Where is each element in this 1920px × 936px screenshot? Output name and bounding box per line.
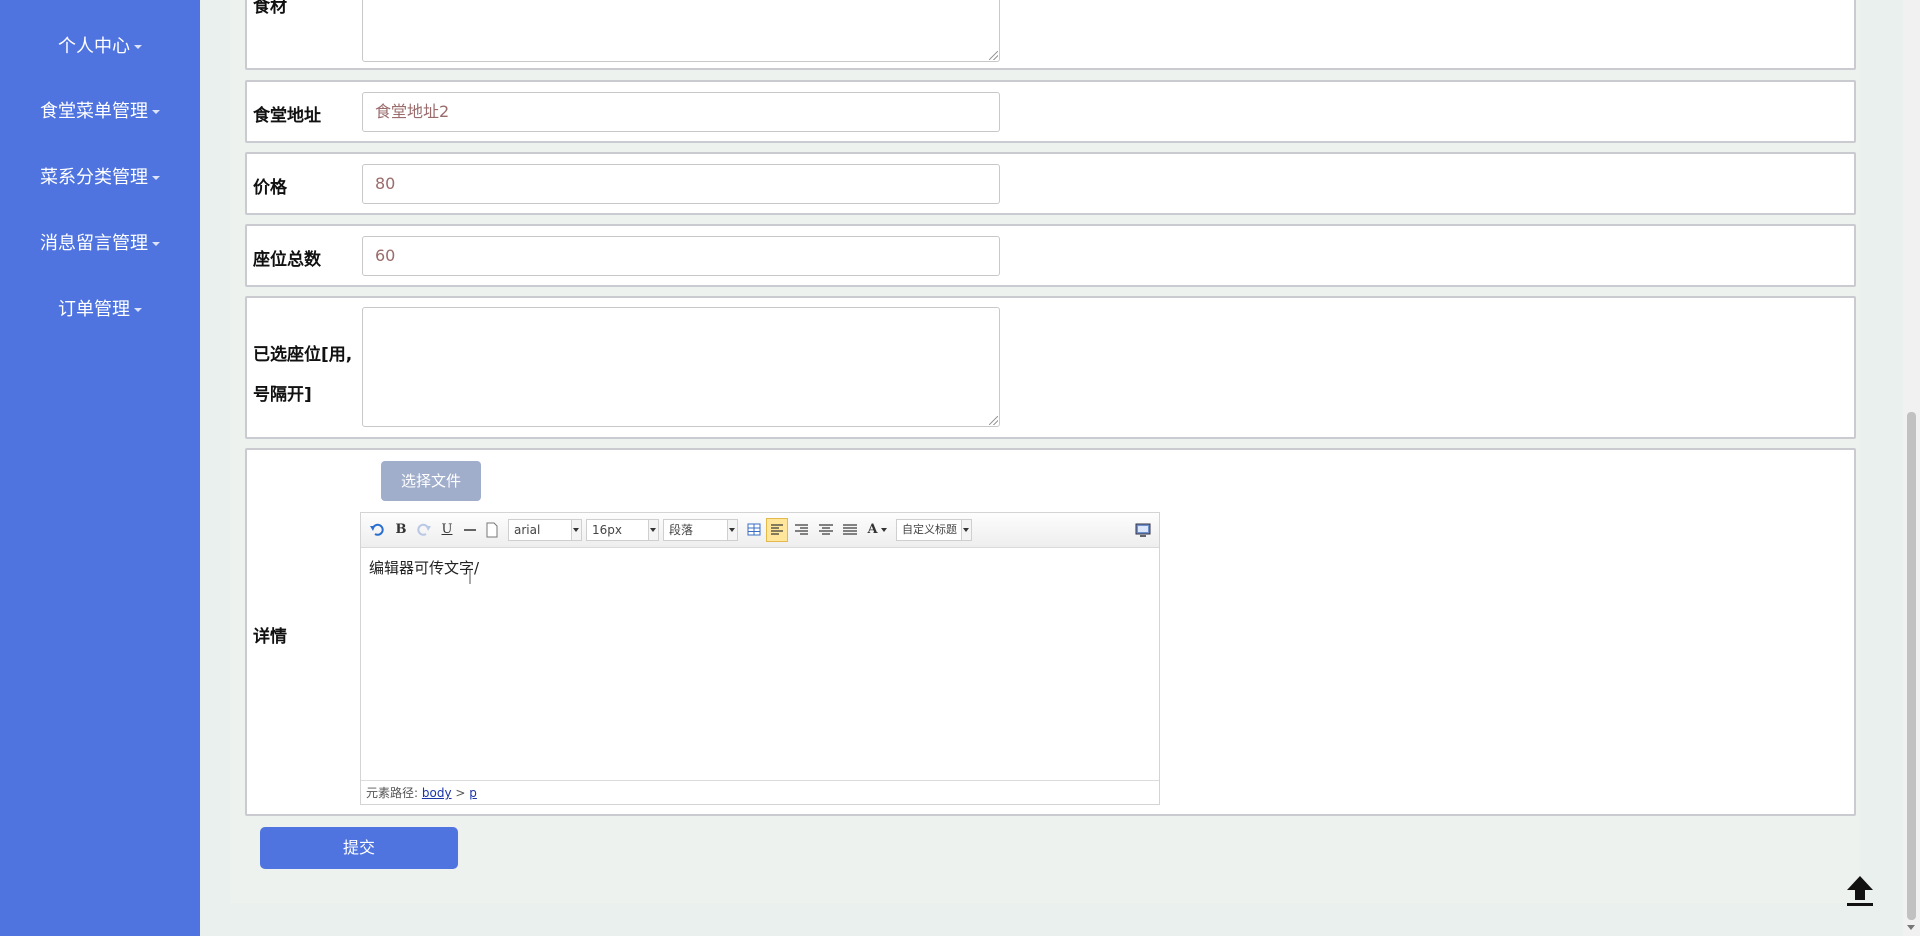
paragraph-value: 段落 xyxy=(669,523,694,537)
sidebar-item-label: 食堂菜单管理 xyxy=(40,101,148,122)
caret-down-icon xyxy=(134,308,142,312)
font-family-select[interactable]: arial xyxy=(508,519,582,541)
font-color-button[interactable]: A xyxy=(864,520,890,540)
price-label: 价格 xyxy=(253,178,287,198)
caret-down-icon xyxy=(134,45,142,49)
address-input[interactable]: 食堂地址2 xyxy=(362,92,1000,132)
sidebar-item-orders[interactable]: 订单管理 xyxy=(0,299,200,321)
page-icon[interactable] xyxy=(484,520,500,540)
seats-label: 座位总数 xyxy=(253,250,321,270)
editor-content[interactable]: 编辑器可传文字/ xyxy=(369,557,479,578)
table-icon[interactable] xyxy=(746,520,762,540)
align-left-button[interactable] xyxy=(766,518,788,542)
resize-grip-icon[interactable] xyxy=(989,51,998,60)
rich-text-editor: B U arial 16px 段落 A 自定义标题 编辑器可传文字/ 元素路径:… xyxy=(360,512,1160,805)
underline-button[interactable]: U xyxy=(439,520,455,540)
chevron-down-icon xyxy=(648,520,658,540)
details-label: 详情 xyxy=(253,627,287,647)
align-left-icon xyxy=(771,524,783,535)
form-row-selected-seats: 已选座位[用, 号隔开] xyxy=(245,296,1856,439)
font-size-select[interactable]: 16px xyxy=(586,519,659,541)
sidebar-item-messages[interactable]: 消息留言管理 xyxy=(0,233,200,255)
fullscreen-icon[interactable] xyxy=(1134,520,1152,540)
sidebar-item-label: 个人中心 xyxy=(58,36,130,57)
scrollbar-thumb[interactable] xyxy=(1907,412,1916,920)
form-row-price: 价格 80 xyxy=(245,152,1856,215)
redo-icon[interactable] xyxy=(416,520,432,540)
undo-icon[interactable] xyxy=(369,520,385,540)
sidebar-item-personal-center[interactable]: 个人中心 xyxy=(0,36,200,58)
sidebar-item-label: 菜系分类管理 xyxy=(40,167,148,188)
element-path-separator: > xyxy=(455,786,466,800)
ingredients-textarea[interactable] xyxy=(362,0,1000,62)
caret-down-icon xyxy=(152,110,160,114)
resize-grip-icon[interactable] xyxy=(989,416,998,425)
chevron-down-icon xyxy=(880,527,887,532)
selected-seats-label: 已选座位[用, 号隔开] xyxy=(253,335,352,415)
custom-title-value: 自定义标题 xyxy=(902,523,957,536)
form-row-seats: 座位总数 60 xyxy=(245,224,1856,287)
selected-seats-label-line1: 已选座位[用, xyxy=(253,345,353,365)
selected-seats-textarea[interactable] xyxy=(362,307,1000,427)
align-center-icon[interactable] xyxy=(816,520,836,540)
caret-down-icon xyxy=(152,242,160,246)
element-path-label: 元素路径: xyxy=(366,786,419,800)
align-right-icon[interactable] xyxy=(792,520,812,540)
price-input[interactable]: 80 xyxy=(362,164,1000,204)
sidebar-item-label: 订单管理 xyxy=(58,299,130,320)
form-row-address: 食堂地址 食堂地址2 xyxy=(245,80,1856,143)
font-family-value: arial xyxy=(514,523,541,537)
seats-input[interactable]: 60 xyxy=(362,236,1000,276)
scroll-down-arrow-icon[interactable] xyxy=(1907,925,1915,930)
selected-seats-label-line2: 号隔开] xyxy=(253,385,312,405)
editor-toolbar: B U arial 16px 段落 A 自定义标题 xyxy=(361,513,1159,548)
justify-icon[interactable] xyxy=(840,520,860,540)
chevron-down-icon xyxy=(727,520,737,540)
back-to-top-icon[interactable] xyxy=(1840,870,1880,910)
element-path-p-link[interactable]: p xyxy=(469,786,477,800)
custom-title-select[interactable]: 自定义标题 xyxy=(896,519,972,541)
ingredients-label: 食材 xyxy=(253,0,287,17)
form-row-ingredients: 食材 xyxy=(245,0,1856,70)
submit-button[interactable]: 提交 xyxy=(260,827,458,869)
sidebar: 个人中心 食堂菜单管理 菜系分类管理 消息留言管理 订单管理 xyxy=(0,0,200,936)
sidebar-item-cuisine-category[interactable]: 菜系分类管理 xyxy=(0,167,200,189)
text-cursor-icon xyxy=(469,570,471,584)
choose-file-button[interactable]: 选择文件 xyxy=(381,461,481,501)
sidebar-item-canteen-menu[interactable]: 食堂菜单管理 xyxy=(0,101,200,123)
bold-button[interactable]: B xyxy=(393,520,409,540)
font-color-icon: A xyxy=(867,522,878,537)
element-path-bar: 元素路径: body > p xyxy=(361,780,1159,804)
element-path-body-link[interactable]: body xyxy=(422,786,452,800)
vertical-scrollbar[interactable] xyxy=(1903,0,1920,936)
font-size-value: 16px xyxy=(592,523,622,537)
sidebar-item-label: 消息留言管理 xyxy=(40,233,148,254)
paragraph-select[interactable]: 段落 xyxy=(663,519,738,541)
chevron-down-icon xyxy=(961,520,971,540)
chevron-down-icon xyxy=(571,520,581,540)
caret-down-icon xyxy=(152,176,160,180)
horizontal-rule-icon[interactable] xyxy=(462,520,478,540)
address-label: 食堂地址 xyxy=(253,106,321,126)
